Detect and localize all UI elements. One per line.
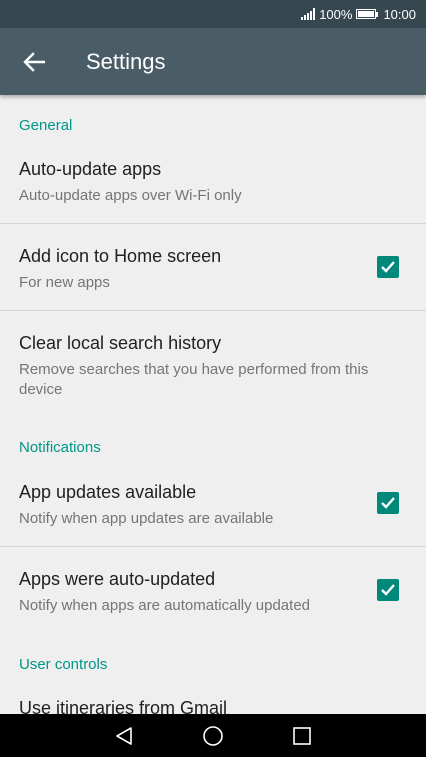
setting-summary: For new apps <box>19 274 110 291</box>
divider <box>0 223 426 224</box>
setting-clear-history[interactable]: Clear local search history Remove search… <box>0 333 426 400</box>
auto-updated-checkbox[interactable] <box>377 579 399 601</box>
setting-summary: Notify when apps are automatically updat… <box>19 597 311 614</box>
app-bar: Settings <box>0 28 426 95</box>
setting-title: Apps were auto-updated <box>19 569 216 589</box>
arrow-back-icon <box>23 51 45 72</box>
checkmark-icon <box>381 261 395 273</box>
back-triangle-icon <box>116 726 133 745</box>
setting-summary: Notify when app updates are available <box>19 510 274 527</box>
nav-recents-button[interactable] <box>282 714 322 757</box>
setting-summary: Remove searches that you have performed … <box>19 361 369 398</box>
setting-auto-update[interactable]: Auto-update apps Auto-update apps over W… <box>0 159 426 206</box>
add-icon-checkbox[interactable] <box>377 256 399 278</box>
app-updates-checkbox[interactable] <box>377 492 399 514</box>
setting-title: Clear local search history <box>19 333 222 353</box>
nav-home-button[interactable] <box>193 714 233 757</box>
navigation-bar <box>0 714 426 757</box>
divider <box>0 310 426 311</box>
home-circle-icon <box>203 725 223 746</box>
setting-title: Use itineraries from Gmail <box>19 698 228 714</box>
setting-title: Add icon to Home screen <box>19 246 222 266</box>
divider <box>0 546 426 547</box>
nav-back-button[interactable] <box>104 714 144 757</box>
setting-app-updates[interactable]: App updates available Notify when app up… <box>0 482 426 529</box>
setting-title: App updates available <box>19 482 197 502</box>
battery-icon <box>356 9 379 19</box>
setting-add-icon[interactable]: Add icon to Home screen For new apps <box>0 246 426 293</box>
checkmark-icon <box>381 584 395 596</box>
signal-icon <box>301 8 316 20</box>
setting-title: Auto-update apps <box>19 159 162 179</box>
battery-percent: 100% <box>319 6 353 22</box>
back-button[interactable] <box>4 28 64 95</box>
section-header-general: General <box>19 117 73 134</box>
clock: 10:00 <box>383 6 416 22</box>
setting-itineraries[interactable]: Use itineraries from Gmail <box>0 698 426 714</box>
recents-square-icon <box>292 726 311 745</box>
page-title: Settings <box>86 48 166 74</box>
setting-summary: Auto-update apps over Wi-Fi only <box>19 187 242 204</box>
section-header-notifications: Notifications <box>19 439 101 456</box>
settings-list[interactable]: General Auto-update apps Auto-update app… <box>0 95 426 714</box>
section-header-user-controls: User controls <box>19 656 108 673</box>
checkmark-icon <box>381 497 395 509</box>
setting-auto-updated[interactable]: Apps were auto-updated Notify when apps … <box>0 569 426 616</box>
status-bar: 100% 10:00 <box>0 0 426 28</box>
